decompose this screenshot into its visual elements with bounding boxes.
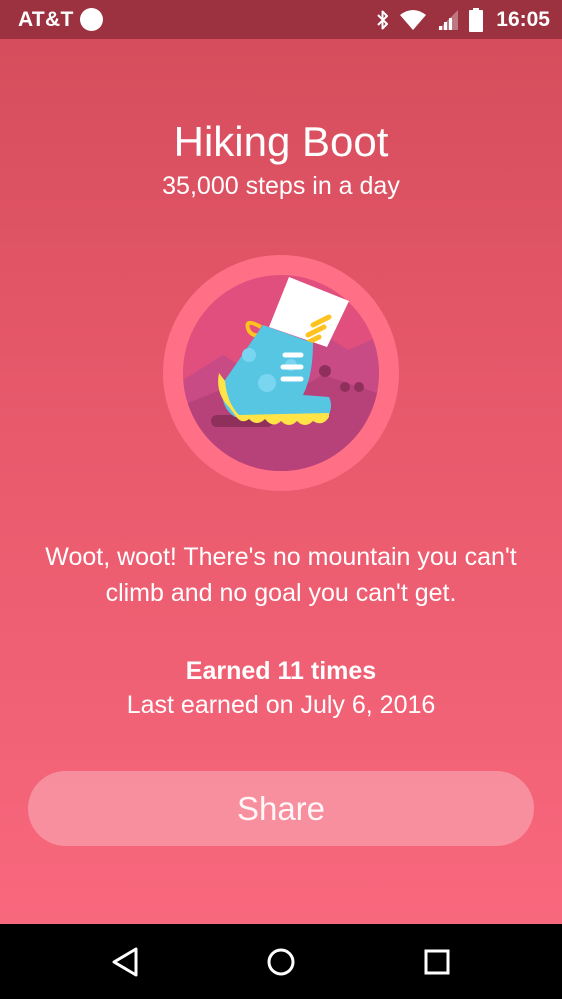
clock: 16:05: [496, 8, 550, 31]
badge-detail-screen: AT&T 16:05 Hiking Boot 35,000 steps in a…: [0, 0, 562, 999]
wifi-icon: [399, 9, 427, 31]
navigation-bar: [0, 924, 562, 999]
last-earned-date: Last earned on July 6, 2016: [126, 691, 436, 719]
badge-subtitle: 35,000 steps in a day: [162, 172, 400, 200]
badge-message: Woot, woot! There's no mountain you can'…: [45, 543, 517, 607]
carrier-label: AT&T: [18, 8, 74, 31]
status-bar: AT&T 16:05: [0, 0, 562, 39]
record-dot-icon: [80, 8, 103, 31]
status-icons: 16:05: [376, 6, 550, 34]
home-icon[interactable]: [264, 945, 298, 979]
earned-count: Earned 11 times: [185, 657, 377, 685]
back-icon[interactable]: [108, 945, 142, 979]
hiking-boot-icon: [163, 255, 399, 491]
share-button[interactable]: Share: [28, 771, 534, 846]
badge-title: Hiking Boot: [173, 118, 389, 165]
recents-icon[interactable]: [420, 945, 454, 979]
battery-icon: [469, 8, 484, 32]
bluetooth-icon: [376, 9, 390, 31]
signal-icon: [436, 9, 460, 31]
